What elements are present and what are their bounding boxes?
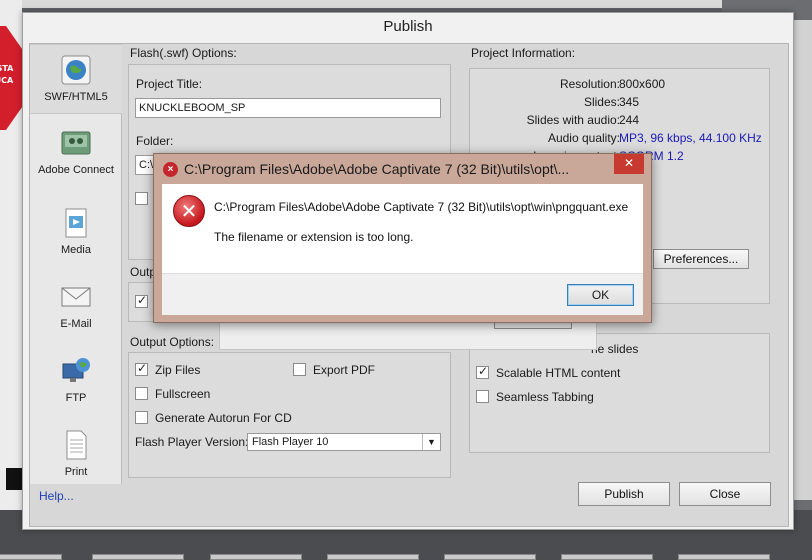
dropdown-arrow-icon: ▼ bbox=[422, 434, 440, 450]
preferences-button[interactable]: Preferences... bbox=[653, 249, 749, 269]
stop-sign-text: Y STA bbox=[0, 64, 14, 73]
help-link[interactable]: Help... bbox=[39, 489, 74, 503]
publish-button[interactable]: Publish bbox=[578, 482, 670, 506]
error-dialog-title: C:\Program Files\Adobe\Adobe Captivate 7… bbox=[184, 161, 570, 177]
audio-quality-link[interactable]: MP3, 96 kbps, 44.100 KHz bbox=[619, 131, 762, 145]
filmstrip-thumb[interactable] bbox=[678, 554, 770, 560]
project-info-heading: Project Information: bbox=[471, 46, 576, 60]
stop-sign-text: DUCA bbox=[0, 76, 14, 85]
fullscreen-checkbox[interactable] bbox=[135, 387, 148, 400]
filmstrip-thumb[interactable] bbox=[444, 554, 536, 560]
close-icon[interactable]: ✕ bbox=[614, 154, 644, 174]
autorun-label: Generate Autorun For CD bbox=[155, 411, 292, 425]
error-small-icon: × bbox=[163, 162, 178, 177]
error-dialog-content: ✕ C:\Program Files\Adobe\Adobe Captivate… bbox=[162, 184, 643, 273]
envelope-icon bbox=[61, 287, 91, 307]
sidebar-item-label: FTP bbox=[65, 392, 87, 404]
output-options-heading: Output Options: bbox=[130, 335, 215, 349]
zip-files-checkbox[interactable] bbox=[135, 361, 148, 376]
publish-sidebar: SWF/HTML5 Adobe Connect Media E-Mail FTP… bbox=[30, 44, 122, 484]
error-icon: ✕ bbox=[173, 195, 205, 227]
error-message: The filename or extension is too long. bbox=[214, 230, 414, 244]
slides-value: 345 bbox=[619, 95, 640, 109]
autorun-checkbox[interactable] bbox=[135, 411, 148, 424]
sidebar-item-adobe-connect[interactable]: Adobe Connect bbox=[30, 128, 122, 176]
fullscreen-label: Fullscreen bbox=[155, 387, 211, 401]
flash-player-version-value: Flash Player 10 bbox=[252, 436, 329, 448]
sidebar-item-label: SWF/HTML5 bbox=[44, 91, 108, 103]
print-icon bbox=[66, 430, 87, 460]
html-options-group: ne slides Scalable HTML content Seamless… bbox=[469, 333, 770, 453]
folder-label: Folder: bbox=[136, 134, 174, 148]
slides-audio-value: 244 bbox=[619, 113, 640, 127]
seamless-tabbing-label: Seamless Tabbing bbox=[496, 390, 594, 404]
flash-player-version-label: Flash Player Version: bbox=[135, 435, 249, 449]
output-format-checkbox[interactable] bbox=[135, 293, 148, 308]
flash-player-version-select[interactable]: Flash Player 10 ▼ bbox=[247, 433, 441, 451]
sidebar-item-label: Adobe Connect bbox=[38, 164, 114, 176]
ftp-icon bbox=[62, 358, 90, 382]
error-dialog-footer: OK bbox=[162, 273, 643, 315]
slides-label: Slides: bbox=[583, 95, 620, 109]
filmstrip-thumb[interactable] bbox=[210, 554, 302, 560]
close-button[interactable]: Close bbox=[679, 482, 771, 506]
scalable-html-checkbox[interactable] bbox=[476, 364, 489, 379]
sidebar-item-swf-html5[interactable]: SWF/HTML5 bbox=[30, 44, 122, 114]
project-title-input[interactable]: KNUCKLEBOOM_SP bbox=[135, 98, 441, 118]
seamless-tabbing-checkbox[interactable] bbox=[476, 390, 489, 403]
filmstrip-thumb[interactable] bbox=[327, 554, 419, 560]
sidebar-item-label: E-Mail bbox=[60, 318, 92, 330]
resolution-label: Resolution: bbox=[559, 77, 620, 91]
sidebar-item-print[interactable]: Print bbox=[30, 430, 122, 478]
sidebar-item-label: Media bbox=[61, 244, 91, 256]
folder-option-checkbox[interactable] bbox=[135, 192, 148, 205]
media-icon bbox=[65, 208, 87, 238]
error-file-path: C:\Program Files\Adobe\Adobe Captivate 7… bbox=[214, 200, 629, 214]
output-options-group: Zip Files Export PDF Fullscreen Generate… bbox=[128, 352, 451, 478]
audio-quality-label: Audio quality: bbox=[547, 131, 620, 145]
resolution-value: 800x600 bbox=[619, 77, 666, 91]
zip-files-label: Zip Files bbox=[155, 363, 201, 377]
background-window-top bbox=[0, 0, 812, 8]
filmstrip-thumb[interactable] bbox=[0, 554, 62, 560]
export-pdf-label: Export PDF bbox=[313, 363, 376, 377]
scalable-html-label: Scalable HTML content bbox=[496, 366, 621, 380]
slides-option-label: ne slides bbox=[591, 342, 639, 356]
globe-icon bbox=[61, 55, 91, 85]
filmstrip-thumb[interactable] bbox=[92, 554, 184, 560]
export-pdf-checkbox[interactable] bbox=[293, 363, 306, 376]
error-dialog: × C:\Program Files\Adobe\Adobe Captivate… bbox=[153, 153, 652, 323]
flash-options-heading: Flash(.swf) Options: bbox=[130, 46, 237, 60]
ok-button[interactable]: OK bbox=[567, 284, 634, 306]
filmstrip-thumb[interactable] bbox=[561, 554, 653, 560]
sidebar-item-label: Print bbox=[64, 466, 88, 478]
sidebar-item-ftp[interactable]: FTP bbox=[30, 356, 122, 404]
sidebar-item-email[interactable]: E-Mail bbox=[30, 282, 122, 330]
sidebar-item-media[interactable]: Media bbox=[30, 208, 122, 256]
error-dialog-titlebar: × C:\Program Files\Adobe\Adobe Captivate… bbox=[154, 154, 651, 184]
adobe-connect-icon bbox=[61, 131, 91, 155]
publish-dialog-title: Publish bbox=[23, 13, 793, 43]
project-title-label: Project Title: bbox=[136, 77, 203, 91]
slides-audio-label: Slides with audio: bbox=[526, 113, 620, 127]
